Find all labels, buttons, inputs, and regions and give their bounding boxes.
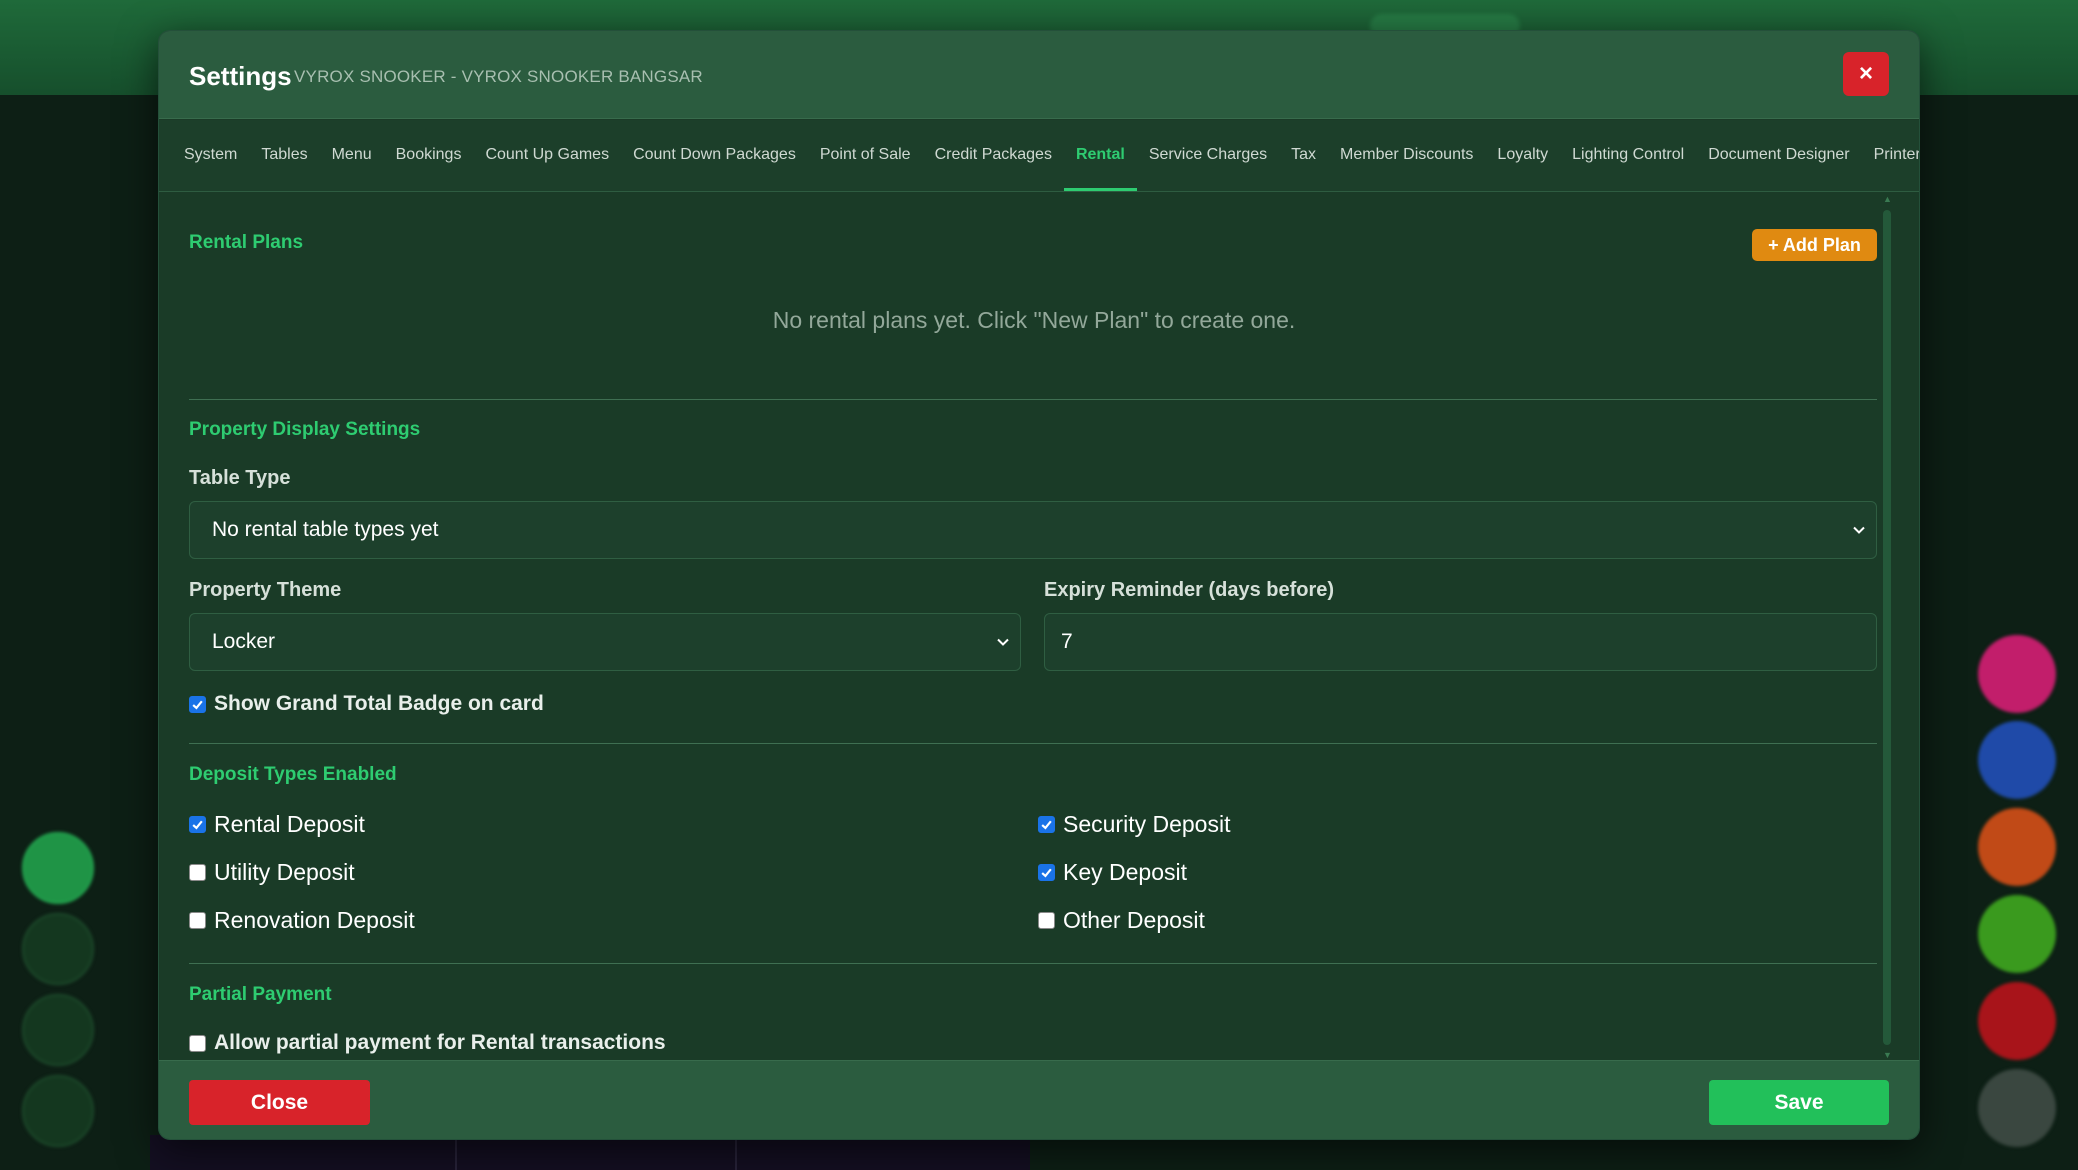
checkbox[interactable] (189, 695, 206, 713)
rental-settings-panel: ▲ ▼ Rental Plans + Add Plan No rental pl… (159, 192, 1919, 1090)
background-fab-orange (1978, 808, 2056, 886)
background-left-button (22, 913, 94, 985)
divider (189, 743, 1877, 744)
checkbox[interactable] (189, 864, 206, 881)
scroll-down-icon[interactable]: ▼ (1883, 1050, 1892, 1060)
tab-credit-packages[interactable]: Credit Packages (923, 119, 1064, 191)
checkbox[interactable] (1038, 912, 1055, 929)
deposit-types-title: Deposit Types Enabled (189, 764, 397, 785)
modal-header: Settings VYROX SNOOKER - VYROX SNOOKER B… (159, 31, 1919, 119)
rental-deposit-label: Rental Deposit (214, 811, 365, 837)
tab-document-designer[interactable]: Document Designer (1696, 119, 1861, 191)
key-deposit-checkbox[interactable]: Key Deposit (1038, 859, 1187, 886)
tab-printers[interactable]: Printers (1862, 119, 1919, 191)
background-fab-pink (1978, 635, 2056, 713)
tab-system[interactable]: System (172, 119, 249, 191)
tab-count-up-games[interactable]: Count Up Games (473, 119, 621, 191)
renovation-deposit-checkbox[interactable]: Renovation Deposit (189, 907, 415, 934)
other-deposit-checkbox[interactable]: Other Deposit (1038, 907, 1205, 934)
tab-count-down-packages[interactable]: Count Down Packages (621, 119, 808, 191)
background-fab-gray (1978, 1069, 2056, 1147)
tab-bookings[interactable]: Bookings (384, 119, 474, 191)
empty-plans-message: No rental plans yet. Click "New Plan" to… (772, 307, 1296, 333)
key-deposit-label: Key Deposit (1063, 859, 1188, 885)
security-deposit-label: Security Deposit (1063, 811, 1231, 837)
background-fab-blue (1978, 721, 2056, 799)
property-theme-select[interactable]: Locker (189, 613, 1021, 671)
rental-deposit-checkbox[interactable]: Rental Deposit (189, 811, 365, 838)
settings-tabs: System Tables Menu Bookings Count Up Games Co… (159, 120, 1919, 192)
tab-tax[interactable]: Tax (1279, 119, 1328, 191)
utility-deposit-label: Utility Deposit (214, 859, 355, 885)
settings-modal: Settings VYROX SNOOKER - VYROX SNOOKER B… (158, 30, 1920, 1140)
renovation-deposit-label: Renovation Deposit (214, 907, 415, 933)
close-button[interactable]: Close (189, 1080, 370, 1125)
background-table-strip (150, 1135, 1030, 1170)
modal-footer: Close Save (159, 1060, 1919, 1139)
modal-subtitle: VYROX SNOOKER - VYROX SNOOKER BANGSAR (294, 67, 703, 86)
scrollbar[interactable] (1883, 210, 1891, 1045)
expiry-reminder-input[interactable]: 7 (1044, 613, 1877, 671)
divider (189, 399, 1877, 400)
other-deposit-label: Other Deposit (1063, 907, 1205, 933)
property-display-title: Property Display Settings (189, 419, 421, 440)
tab-tables[interactable]: Tables (249, 119, 319, 191)
grand-total-badge-checkbox[interactable]: Show Grand Total Badge on card (189, 692, 544, 716)
background-fab-green (1978, 895, 2056, 973)
tab-lighting-control[interactable]: Lighting Control (1560, 119, 1696, 191)
table-type-value: No rental table types yet (212, 518, 439, 541)
tab-menu[interactable]: Menu (320, 119, 384, 191)
partial-payment-checkbox[interactable]: Allow partial payment for Rental transac… (189, 1031, 666, 1055)
expiry-reminder-label: Expiry Reminder (days before) (1044, 579, 1335, 601)
utility-deposit-checkbox[interactable]: Utility Deposit (189, 859, 355, 886)
tab-loyalty[interactable]: Loyalty (1485, 119, 1560, 191)
partial-payment-label: Allow partial payment for Rental transac… (214, 1031, 666, 1054)
tab-rental[interactable]: Rental (1063, 119, 1137, 191)
scroll-up-icon[interactable]: ▲ (1883, 194, 1892, 204)
save-button[interactable]: Save (1709, 1080, 1889, 1125)
background-left-button (22, 1075, 94, 1147)
table-type-label: Table Type (189, 467, 291, 489)
rental-plans-title: Rental Plans (189, 232, 304, 253)
checkbox[interactable] (1038, 816, 1055, 833)
expiry-reminder-value: 7 (1061, 630, 1073, 653)
background-left-button (22, 832, 94, 904)
grand-total-badge-label: Show Grand Total Badge on card (214, 692, 544, 715)
divider (189, 963, 1877, 964)
property-theme-value: Locker (212, 630, 276, 653)
chevron-down-icon (997, 638, 1009, 646)
checkbox[interactable] (189, 816, 206, 833)
background-left-button (22, 994, 94, 1066)
add-plan-button[interactable]: + Add Plan (1752, 229, 1877, 261)
checkbox[interactable] (1038, 864, 1055, 881)
security-deposit-checkbox[interactable]: Security Deposit (1038, 811, 1230, 838)
checkbox[interactable] (189, 912, 206, 929)
checkbox[interactable] (189, 1034, 206, 1052)
tab-service-charges[interactable]: Service Charges (1137, 119, 1279, 191)
modal-title: Settings (189, 61, 292, 91)
close-icon[interactable]: × (1843, 52, 1889, 96)
tab-point-of-sale[interactable]: Point of Sale (808, 119, 923, 191)
background-fab-red (1978, 982, 2056, 1060)
tab-member-discounts[interactable]: Member Discounts (1328, 119, 1485, 191)
table-type-select[interactable]: No rental table types yet (189, 501, 1877, 559)
chevron-down-icon (1853, 526, 1865, 534)
property-theme-label: Property Theme (189, 579, 342, 601)
partial-payment-title: Partial Payment (189, 984, 332, 1005)
